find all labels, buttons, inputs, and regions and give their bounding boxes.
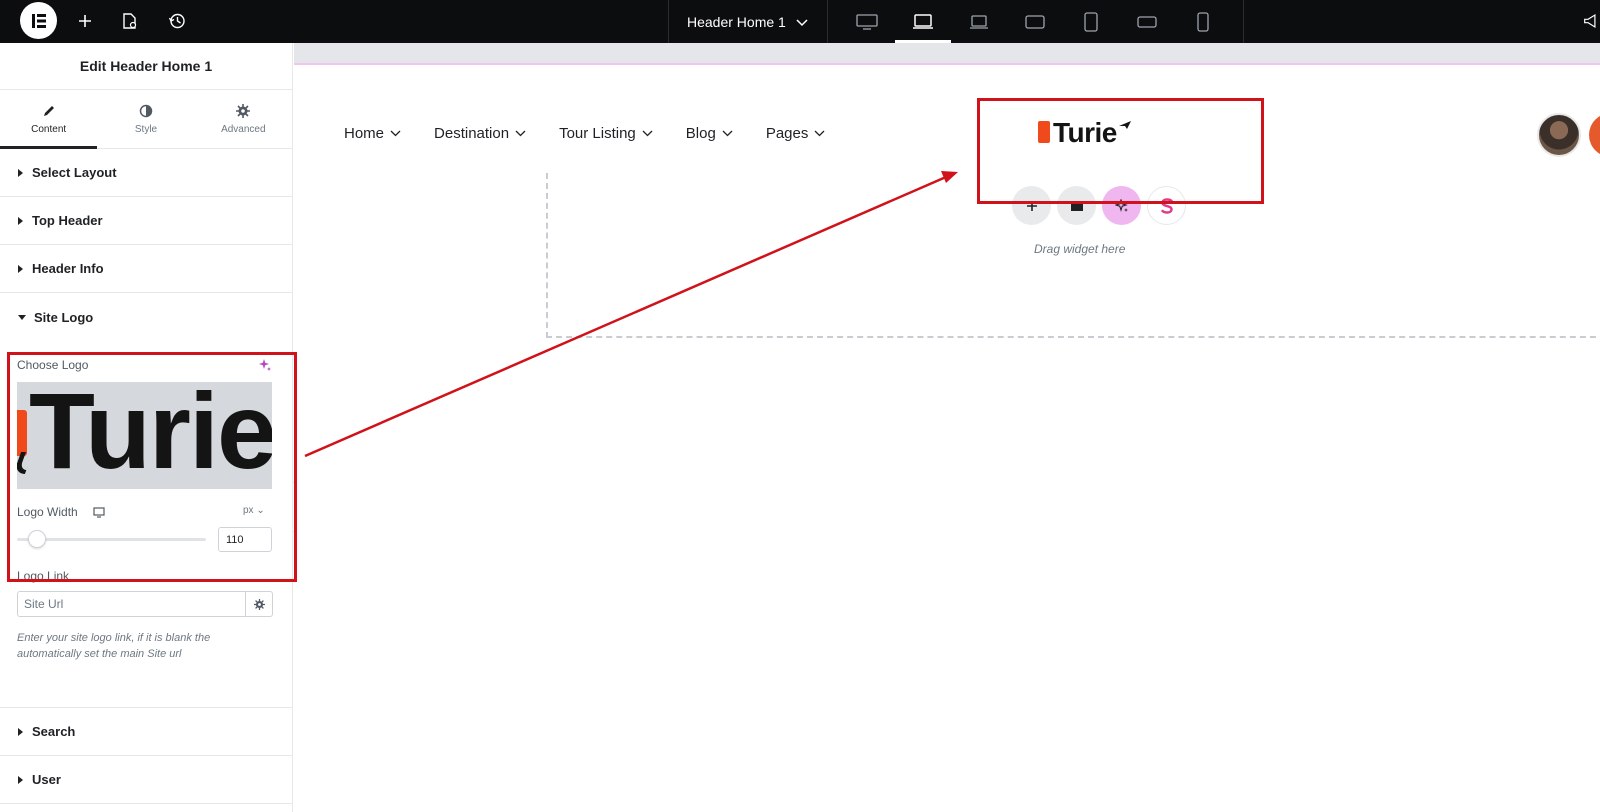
- mobile-portrait-icon[interactable]: [1175, 0, 1231, 43]
- desktop-icon[interactable]: [839, 0, 895, 43]
- nav-label: Pages: [765, 125, 809, 142]
- panel-title: Edit Header Home 1: [0, 43, 292, 90]
- half-circle-icon: [139, 104, 153, 117]
- section-label: Select Layout: [32, 165, 117, 180]
- cart-avatar[interactable]: [1589, 113, 1600, 157]
- caret-down-icon: [18, 314, 26, 320]
- chevron-down-icon: [814, 130, 825, 137]
- nav-label: Blog: [685, 125, 716, 142]
- section-label: Header Info: [32, 261, 104, 276]
- section-header-info[interactable]: Header Info: [0, 245, 292, 293]
- gear-icon: [253, 598, 265, 610]
- section-label: Site Logo: [34, 309, 94, 325]
- caret-right-icon: [18, 168, 23, 177]
- annotation-box-logo-controls: [7, 352, 297, 582]
- section-select-layout[interactable]: Select Layout: [0, 149, 292, 197]
- tablet-landscape-icon[interactable]: [1007, 0, 1063, 43]
- caret-right-icon: [18, 216, 23, 225]
- megaphone-icon[interactable]: [1583, 8, 1600, 34]
- drag-widget-hint: Drag widget here: [1034, 242, 1126, 256]
- section-site-logo[interactable]: Site Logo: [0, 293, 292, 341]
- chevron-down-icon: [515, 130, 526, 137]
- panel-tabs: Content Style Advanced: [0, 90, 292, 149]
- nav-label: Tour Listing: [559, 125, 636, 142]
- nav-item-home[interactable]: Home: [344, 125, 401, 142]
- elementor-logo-icon[interactable]: [20, 2, 57, 39]
- editor-canvas: Home Destination Tour Listing Blog Pages…: [294, 43, 1600, 812]
- add-icon[interactable]: [72, 8, 98, 34]
- tab-content[interactable]: Content: [0, 90, 98, 149]
- widescreen-icon[interactable]: [951, 0, 1007, 43]
- tab-style-label: Style: [134, 123, 158, 135]
- section-label: User: [32, 772, 61, 787]
- nav-item-destination[interactable]: Destination: [434, 125, 526, 142]
- section-search[interactable]: Search: [0, 708, 293, 756]
- document-selector[interactable]: Header Home 1: [668, 0, 828, 43]
- lower-sections: Search User: [0, 707, 293, 804]
- url-options-button[interactable]: [245, 591, 273, 617]
- tablet-portrait-icon[interactable]: [1063, 0, 1119, 43]
- nav-label: Home: [344, 125, 385, 142]
- nav-item-pages[interactable]: Pages: [766, 125, 826, 142]
- logo-link-help-text: Enter your site logo link, if it is blan…: [17, 632, 211, 660]
- section-user[interactable]: User: [0, 756, 293, 804]
- chevron-down-icon: [722, 130, 733, 137]
- tab-advanced[interactable]: Advanced: [195, 90, 292, 148]
- tab-advanced-label: Advanced: [221, 123, 266, 135]
- chevron-down-icon: [390, 130, 401, 137]
- section-label: Search: [32, 724, 76, 739]
- history-icon[interactable]: [164, 8, 190, 34]
- tab-content-label: Content: [31, 123, 67, 135]
- caret-right-icon: [18, 264, 23, 273]
- caret-right-icon: [18, 775, 23, 784]
- caret-right-icon: [18, 727, 23, 736]
- top-bar: Header Home 1: [0, 0, 1600, 43]
- site-url-input[interactable]: Site Url: [17, 591, 246, 617]
- nav-label: Destination: [434, 125, 510, 142]
- nav-item-tour-listing[interactable]: Tour Listing: [559, 125, 653, 142]
- chevron-down-icon: [642, 130, 653, 137]
- section-label: Top Header: [32, 213, 103, 228]
- annotation-box-site-logo: [977, 98, 1264, 204]
- section-top-header[interactable]: Top Header: [0, 197, 292, 245]
- page-settings-icon[interactable]: [117, 8, 143, 34]
- mobile-landscape-icon[interactable]: [1119, 0, 1175, 43]
- toolbar-divider: [1243, 0, 1244, 43]
- nav-item-blog[interactable]: Blog: [686, 125, 733, 142]
- laptop-icon[interactable]: [895, 0, 951, 43]
- gear-icon: [236, 103, 251, 118]
- site-navigation: Home Destination Tour Listing Blog Pages: [344, 125, 858, 142]
- user-avatar[interactable]: [1537, 113, 1581, 157]
- pencil-icon: [43, 105, 54, 116]
- top-header-strip: [294, 43, 1600, 65]
- document-title: Header Home 1: [687, 13, 786, 30]
- tab-style[interactable]: Style: [97, 90, 194, 148]
- chevron-down-icon: [796, 14, 808, 30]
